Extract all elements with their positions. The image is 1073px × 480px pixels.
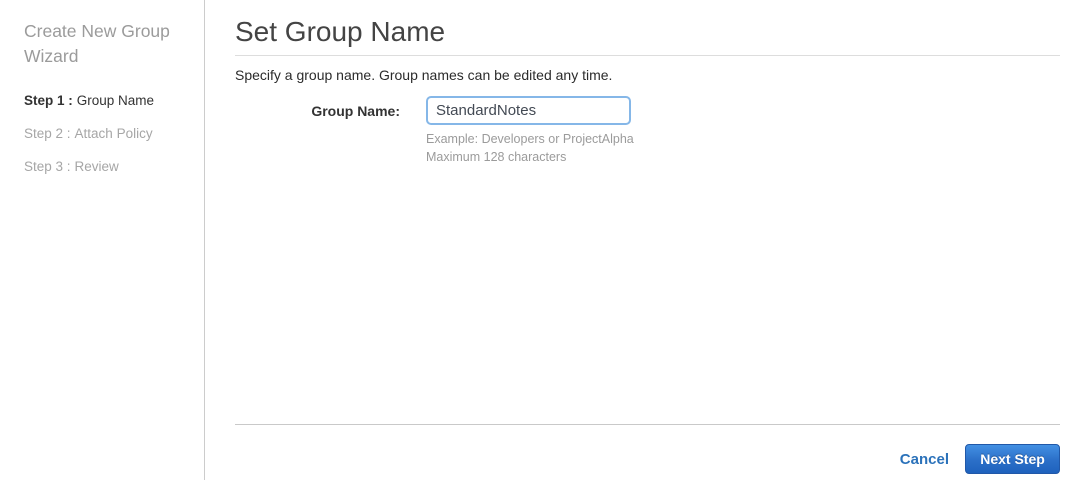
sidebar-step-1-group-name[interactable]: Step 1 : Group Name [24,93,204,109]
page-title: Set Group Name [235,16,446,47]
sidebar-step-2-attach-policy[interactable]: Step 2 : Attach Policy [24,126,204,142]
next-step-button[interactable]: Next Step [965,444,1060,474]
cancel-button[interactable]: Cancel [900,451,949,468]
page-subtitle: Specify a group name. Group names can be… [235,67,613,83]
group-name-form-row: Group Name: Example: Developers or Proje… [235,96,1060,166]
wizard-title: Create New Group Wizard [24,21,170,66]
group-name-input[interactable] [426,96,631,125]
group-name-helper-maxlength: Maximum 128 characters [426,150,567,164]
step-1-label: Group Name [76,93,155,108]
group-name-helper-example: Example: Developers or ProjectAlpha [426,132,634,146]
step-2-label: Attach Policy [74,126,153,141]
footer-divider [235,424,1060,425]
step-1-prefix: Step 1 : [24,93,73,108]
step-2-prefix: Step 2 : [24,126,71,141]
wizard-steps-list: Step 1 : Group Name Step 2 : Attach Policy… [24,93,204,175]
group-name-field-group: Example: Developers or ProjectAlpha Maxi… [426,96,634,166]
create-group-wizard-window: Create New Group Wizard Step 1 : Group Na… [0,0,1073,480]
wizard-main-panel: Set Group Name Specify a group name. Gro… [206,0,1073,480]
sidebar-step-3-review[interactable]: Step 3 : Review [24,159,204,175]
group-name-label: Group Name: [311,103,400,119]
step-3-label: Review [74,159,119,174]
title-divider [235,55,1060,56]
wizard-footer-actions: Cancel Next Step [900,444,1060,474]
step-3-prefix: Step 3 : [24,159,71,174]
wizard-sidebar: Create New Group Wizard Step 1 : Group Na… [0,0,205,480]
